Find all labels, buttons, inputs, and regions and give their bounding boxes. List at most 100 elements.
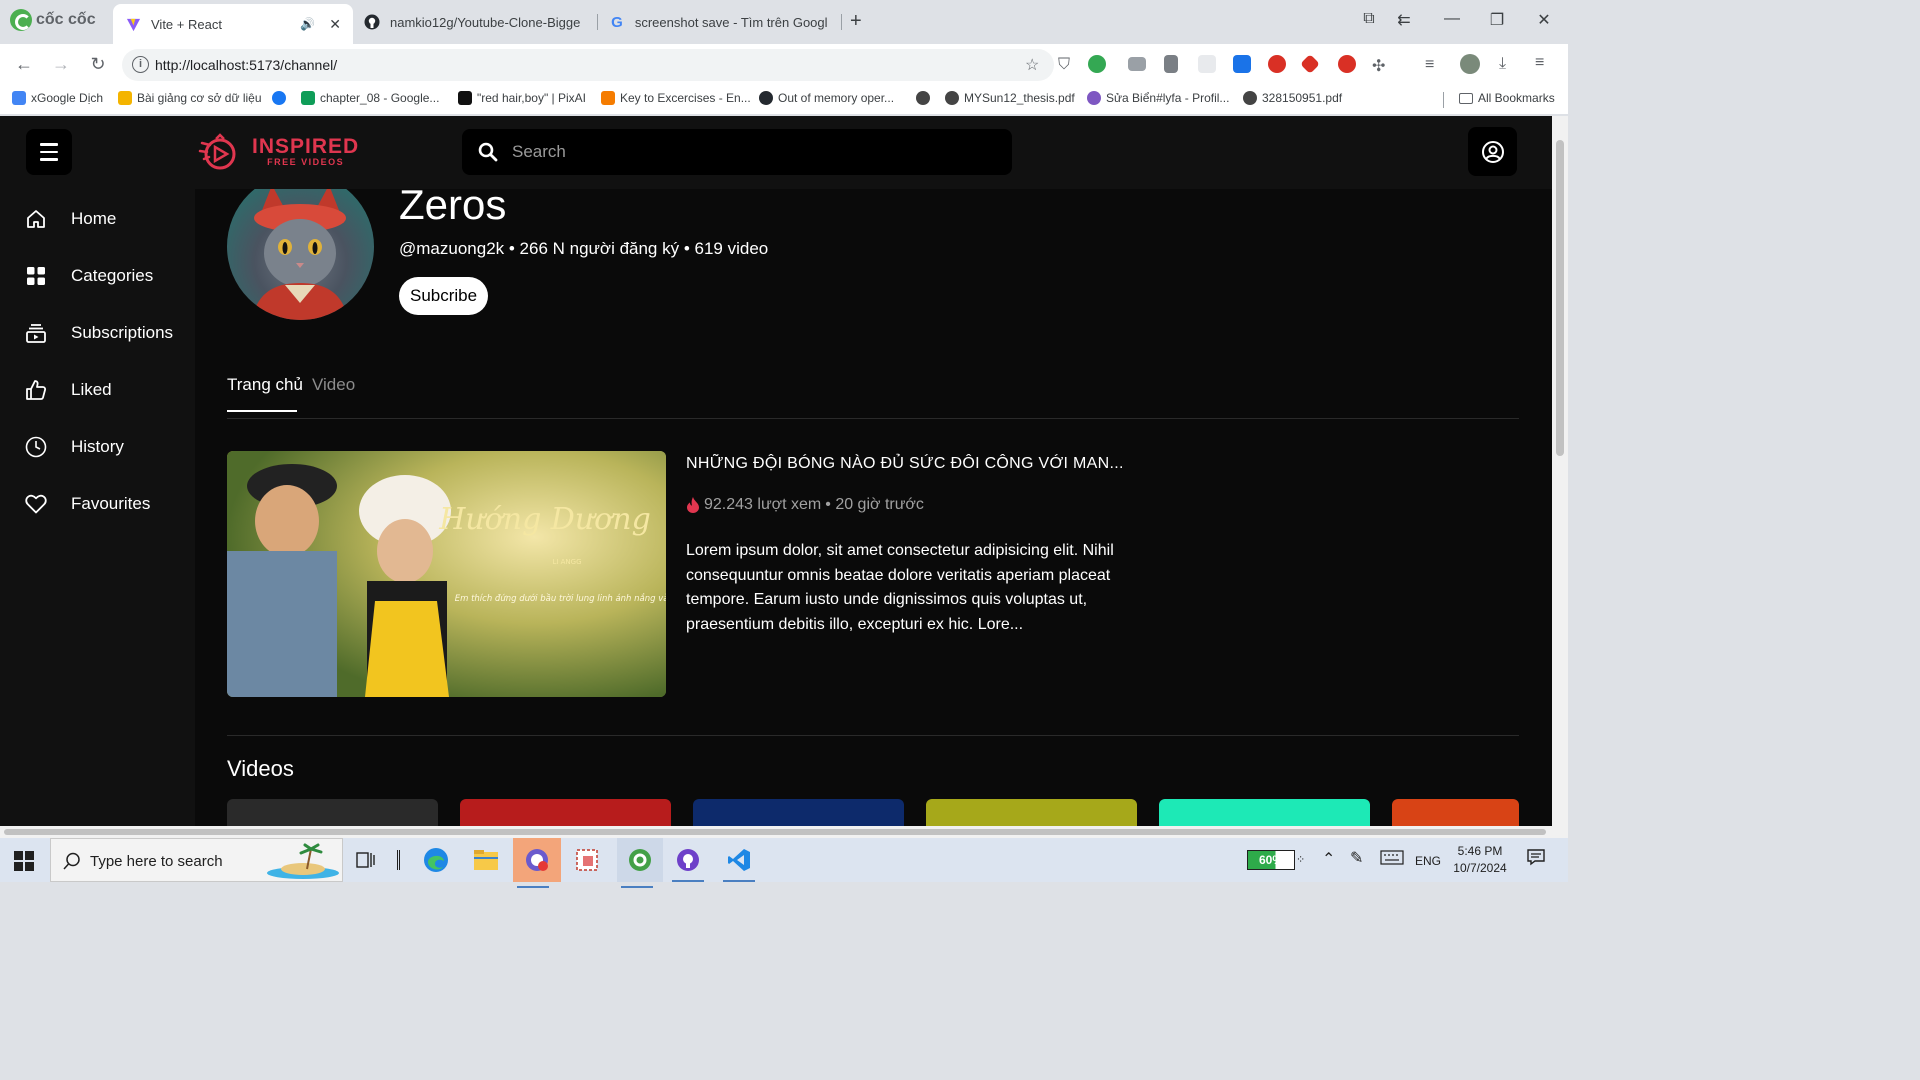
user-circle-icon xyxy=(1481,140,1504,163)
download-extension-icon[interactable] xyxy=(1088,55,1106,73)
shield-icon[interactable]: ⛉ xyxy=(1058,56,1070,74)
extension-icon[interactable] xyxy=(1198,55,1216,73)
forward-button[interactable]: → xyxy=(49,54,73,75)
media-control-icon[interactable]: ≡ xyxy=(1425,56,1434,74)
site-info-icon[interactable]: i xyxy=(132,56,149,73)
file-explorer-icon[interactable] xyxy=(466,844,506,876)
island-illustration-icon xyxy=(267,843,339,879)
chevron-up-icon[interactable]: ⌃ xyxy=(1322,849,1335,869)
tab-videos[interactable]: Video xyxy=(312,375,355,395)
keyboard-icon[interactable] xyxy=(1380,848,1404,869)
bookmark-star-icon[interactable]: ☆ xyxy=(1025,55,1039,75)
download-helper-icon[interactable] xyxy=(1233,55,1251,73)
bookmark-item[interactable]: Sửa Biển#lyfa - Profil... xyxy=(1087,91,1229,105)
snipping-tool-icon[interactable] xyxy=(567,844,607,876)
browser-logo[interactable]: cốc cốc xyxy=(10,9,96,31)
video-card-thumbnail[interactable] xyxy=(1159,799,1370,826)
horizontal-scrollbar[interactable] xyxy=(0,826,1552,838)
video-card-thumbnail[interactable] xyxy=(693,799,904,826)
featured-video-thumbnail[interactable]: Hướng Dương LI ANGG Em thích đứng dưới b… xyxy=(227,451,666,697)
download-icon[interactable]: ⤓ xyxy=(1499,55,1506,73)
extensions-puzzle-icon[interactable]: ✣ xyxy=(1372,56,1385,76)
video-card-thumbnail[interactable] xyxy=(460,799,671,826)
bookmark-item[interactable]: xGoogle Dịch xyxy=(12,91,103,105)
taskbar-search[interactable]: Type here to search xyxy=(50,838,343,882)
fire-icon xyxy=(687,497,699,513)
browser-menu-icon[interactable]: ≡ xyxy=(1535,54,1544,72)
hamburger-menu-button[interactable] xyxy=(26,129,72,175)
back-button[interactable]: ← xyxy=(12,54,36,75)
sidebar-item-home[interactable]: Home xyxy=(0,199,194,239)
brand-logo[interactable]: INSPIRED FREE VIDEOS xyxy=(198,133,359,171)
adblock-icon[interactable] xyxy=(1338,55,1356,73)
calculator-icon[interactable] xyxy=(1164,55,1178,73)
chat-app-icon[interactable] xyxy=(513,838,561,888)
video-card-thumbnail[interactable] xyxy=(1392,799,1519,826)
bookmark-item[interactable]: Key to Excercises - En... xyxy=(601,91,751,105)
sidebar-item-liked[interactable]: Liked xyxy=(0,370,194,410)
new-tab-button[interactable]: + xyxy=(850,10,862,33)
system-clock[interactable]: 5:46 PM 10/7/2024 xyxy=(1444,843,1516,877)
sidebar-item-favourites[interactable]: Favourites xyxy=(0,484,194,524)
bookmark-item[interactable]: 328150951.pdf xyxy=(1243,91,1342,105)
back-arrow-icon[interactable]: ⇇ xyxy=(1390,10,1418,30)
vscode-icon[interactable] xyxy=(719,844,759,882)
all-bookmarks-folder[interactable]: All Bookmarks xyxy=(1459,91,1555,105)
tab-vite-react[interactable]: Vite + React 🔊 ✕ xyxy=(113,4,353,44)
sidebar-item-subscriptions[interactable]: Subscriptions xyxy=(0,313,194,353)
channel-avatar[interactable] xyxy=(227,189,374,320)
bookmark-item[interactable]: chapter_08 - Google... xyxy=(301,91,439,105)
record-icon[interactable] xyxy=(1268,55,1286,73)
extension-icon[interactable] xyxy=(1300,54,1320,74)
video-card-thumbnail[interactable] xyxy=(227,799,438,826)
reload-button[interactable]: ↻ xyxy=(86,54,110,75)
sidebar-item-categories[interactable]: Categories xyxy=(0,256,194,296)
tab-search-icon[interactable]: ⧉ xyxy=(1355,10,1383,28)
github-desktop-icon[interactable] xyxy=(668,844,708,882)
vertical-scrollbar[interactable] xyxy=(1552,116,1568,838)
edge-browser-icon[interactable] xyxy=(416,844,456,876)
tab-google-search[interactable]: G screenshot save - Tìm trên Googl xyxy=(597,4,841,40)
bookmark-item[interactable]: "red hair,boy" | PixAI xyxy=(458,91,586,105)
close-tab-icon[interactable]: ✕ xyxy=(329,16,341,33)
bookmark-item[interactable]: Out of memory oper... xyxy=(759,91,894,105)
bookmarks-bar: xGoogle Dịch Bài giảng cơ sở dữ liệu cha… xyxy=(0,86,1568,114)
sidebar: Home Categories Subscriptions Liked Hist… xyxy=(0,189,194,826)
search-box[interactable] xyxy=(462,129,1012,175)
tab-title: namkio12g/Youtube-Clone-Bigge xyxy=(390,14,581,30)
speaker-icon[interactable]: 🔊 xyxy=(300,17,315,31)
address-bar[interactable]: i http://localhost:5173/channel/ ☆ xyxy=(122,49,1054,81)
restore-button[interactable]: ❐ xyxy=(1483,10,1511,30)
svg-text:Em thích đứng dưới bầu trời lu: Em thích đứng dưới bầu trời lung linh án… xyxy=(455,593,666,604)
upload-time: • 20 giờ trước xyxy=(825,496,924,513)
battery-indicator[interactable]: 60% xyxy=(1247,850,1295,870)
bookmark-item[interactable] xyxy=(916,91,935,105)
taskbar-separator xyxy=(378,844,418,876)
extension-icon[interactable] xyxy=(1128,57,1146,71)
minimize-button[interactable]: — xyxy=(1438,10,1466,28)
profile-button[interactable] xyxy=(1468,127,1517,176)
url-text[interactable]: http://localhost:5173/channel/ xyxy=(155,57,337,73)
sidebar-item-history[interactable]: History xyxy=(0,427,194,467)
video-card-thumbnail[interactable] xyxy=(926,799,1137,826)
coccoc-browser-icon[interactable] xyxy=(617,838,663,888)
heart-icon xyxy=(25,493,47,515)
tab-github[interactable]: namkio12g/Youtube-Clone-Bigge xyxy=(352,4,596,40)
featured-video-title[interactable]: NHỮNG ĐỘI BÓNG NÀO ĐỦ SỨC ĐÔI CÔNG VỚI M… xyxy=(686,455,1124,473)
profile-avatar[interactable] xyxy=(1460,54,1480,74)
language-indicator[interactable]: ENG xyxy=(1415,854,1441,868)
close-window-button[interactable]: ✕ xyxy=(1530,10,1558,30)
pen-icon[interactable]: ✎ xyxy=(1350,848,1363,868)
windows-taskbar: Type here to search 60% ⁘ ⌃ ✎ ENG 5:46 P… xyxy=(0,838,1568,888)
bookmark-item[interactable]: Bài giảng cơ sở dữ liệu xyxy=(118,91,262,105)
tab-home[interactable]: Trang chủ xyxy=(227,375,303,395)
google-drive-icon xyxy=(301,91,315,105)
bookmark-facebook[interactable] xyxy=(272,91,291,105)
search-icon[interactable] xyxy=(478,142,498,162)
subscribe-button[interactable]: Subcribe xyxy=(399,277,489,315)
windows-start-icon[interactable] xyxy=(14,851,34,871)
inspired-logo-icon xyxy=(198,133,240,171)
search-input[interactable] xyxy=(512,129,992,175)
bookmark-item[interactable]: MYSun12_thesis.pdf xyxy=(945,91,1075,105)
notification-icon[interactable] xyxy=(1527,848,1545,869)
